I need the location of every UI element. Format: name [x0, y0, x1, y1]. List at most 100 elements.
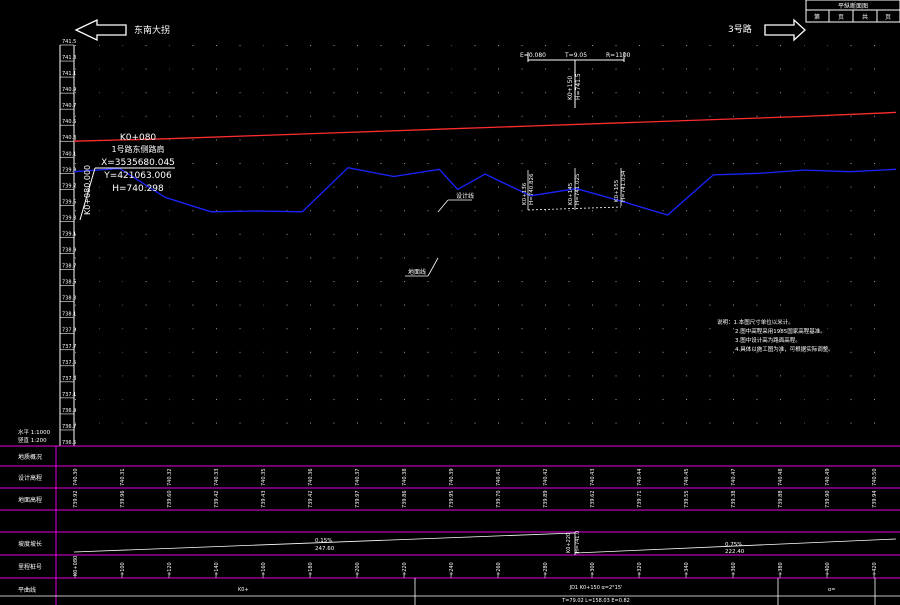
design-elevation-cell: 740.33 — [214, 469, 220, 487]
design-line-label: 设计线 — [456, 192, 474, 200]
y-tick-label: 736.5 — [62, 440, 76, 446]
station-cell: +260 — [496, 562, 502, 576]
y-tick-label: 739.7 — [62, 183, 76, 189]
ground-elevation-cell: 739.95 — [449, 491, 455, 509]
ground-elevation-cell: 739.42 — [214, 491, 220, 509]
curve-mark: H=740.826 — [529, 173, 535, 205]
ground-elevation-cell: 739.70 — [496, 491, 502, 509]
y-tick-label: 738.7 — [62, 264, 76, 270]
row-label: 地质概况 — [18, 453, 42, 461]
station-cell: +120 — [167, 562, 173, 576]
station-cell: +400 — [825, 562, 831, 576]
curve-cell: K0+ — [238, 587, 249, 593]
title-block-cell: 页 — [885, 14, 891, 21]
y-tick-label: 740.5 — [62, 119, 76, 125]
y-tick-label: 739.5 — [62, 199, 76, 205]
design-elevation-cell: 740.36 — [308, 469, 314, 487]
y-tick-label: 740.7 — [62, 103, 76, 109]
curve-vertical: K0+150 — [567, 76, 574, 100]
y-tick-label: 738.3 — [62, 296, 76, 302]
y-tick-label: 740.9 — [62, 87, 76, 93]
row-label: 设计高程 — [18, 474, 42, 482]
notes-item: 4.具体以施工图为准，可根据实际调整。 — [735, 345, 834, 353]
y-tick-label: 737.7 — [62, 344, 76, 350]
station-cell: +160 — [261, 562, 267, 576]
y-tick-label: 736.9 — [62, 408, 76, 414]
design-elevation-cell: 740.37 — [355, 469, 361, 487]
title-block-header: 平纵断面图 — [838, 2, 868, 10]
design-elevation-cell: 740.48 — [778, 469, 784, 487]
scale-note: 水平 1:1000 — [18, 428, 51, 436]
plot-area: 736.5 736.7 736.9 737.1 737.3 737.5 737.7 737.9… — [59, 39, 896, 447]
ground-elevation-cell: 739.86 — [402, 491, 408, 509]
title-block-cell: 页 — [838, 14, 844, 21]
ground-elevation-cell: 739.55 — [684, 491, 690, 509]
design-elevation-cell: 740.31 — [120, 469, 126, 487]
grade-text: 0.15% — [315, 538, 332, 544]
title-block-cell: 第 — [814, 13, 820, 21]
ground-elevation-cell: 739.88 — [778, 491, 784, 509]
station-cell: +240 — [449, 562, 455, 576]
profile-drawing: 东南大拐 3号路 平纵断面图 第 页 共 页 736.5736.7736.973… — [0, 0, 900, 605]
station-cell: +300 — [590, 562, 596, 576]
left-direction-label: 东南大拐 — [134, 24, 170, 36]
ground-elevation-cell: 739.62 — [590, 491, 596, 509]
title-block: 平纵断面图 第 页 共 页 — [805, 0, 900, 23]
y-tick-label: 738.9 — [62, 248, 76, 254]
station-cell: +420 — [872, 562, 878, 576]
curve-cell: α= — [828, 587, 836, 593]
y-tick-label: 739.9 — [62, 167, 76, 173]
right-arrow-icon — [764, 18, 806, 42]
row-label: 平曲线 — [18, 586, 36, 594]
y-tick-label: 741.5 — [62, 39, 76, 45]
notes-title: 说明：1.本图尺寸单位以米计。 — [717, 318, 794, 326]
grade-text: 0.75% — [725, 542, 742, 548]
y-tick-label: 741.3 — [62, 55, 76, 61]
scale-note: 竖直 1:200 — [18, 436, 47, 444]
design-elevation-cell: 740.49 — [825, 469, 831, 487]
ground-elevation-cell: 739.97 — [355, 491, 361, 509]
design-elevation-cell: 740.47 — [731, 469, 737, 487]
ground-elevation-cell: 739.94 — [872, 491, 878, 509]
design-elevation-cell: 740.35 — [261, 469, 267, 487]
station-line: 1号路东侧路肩 — [111, 144, 164, 154]
y-tick-label: 737.5 — [62, 360, 76, 366]
y-tick-label: 737.3 — [62, 376, 76, 382]
grade-point: H=741.0 — [575, 531, 581, 553]
curve-param: R=1100 — [606, 52, 631, 59]
ground-elevation-cell: 739.92 — [73, 491, 79, 509]
y-tick-label: 738.5 — [62, 280, 76, 286]
y-tick-label: 739.1 — [62, 231, 76, 237]
station-line: X=3535680.045 — [101, 158, 175, 168]
y-tick-label: 739.3 — [62, 215, 76, 221]
ground-elevation-cell: 739.42 — [308, 491, 314, 509]
design-elevation-cell: 740.43 — [590, 469, 596, 487]
grade-point: K0+220 — [566, 533, 572, 553]
y-tick-label: 740.3 — [62, 135, 76, 141]
design-elevation-cell: 740.42 — [543, 469, 549, 487]
curve-cell: JD1 K0+150 α=2°15' — [569, 585, 623, 591]
ground-elevation-cell: 739.90 — [825, 491, 831, 509]
y-tick-label: 737.1 — [62, 392, 76, 398]
y-tick-label: 741.1 — [62, 71, 76, 77]
station-cell: +180 — [308, 562, 314, 576]
station-cell: +340 — [684, 562, 690, 576]
design-elevation-cell: 740.41 — [496, 469, 502, 487]
data-table: 地质概况 设计高程 地面高程 坡度坡长 里程桩号 平曲线 740.30 739.9… — [0, 445, 900, 605]
station-cell: +200 — [355, 562, 361, 576]
station-cell: +220 — [402, 562, 408, 576]
station-line: K0+080 — [120, 133, 157, 143]
design-elevation-cell: 740.38 — [402, 469, 408, 487]
curve-mark: K0+145 — [568, 182, 574, 205]
curve-mark: K0+155 — [614, 179, 620, 202]
ground-line-label: 地面线 — [408, 268, 426, 276]
ground-elevation-cell: 739.96 — [120, 491, 126, 509]
station-vertical-label: K0+080.000 — [83, 165, 92, 215]
station-line: Y=421063.006 — [103, 171, 172, 181]
design-elevation-cell: 740.50 — [872, 469, 878, 487]
curve-param: T=9.05 — [564, 52, 587, 59]
grade-text: 222.40 — [725, 549, 745, 555]
ground-elevation-cell: 739.89 — [543, 491, 549, 509]
curve-mark: H=741.025 — [575, 173, 581, 205]
left-arrow-icon — [74, 18, 127, 42]
